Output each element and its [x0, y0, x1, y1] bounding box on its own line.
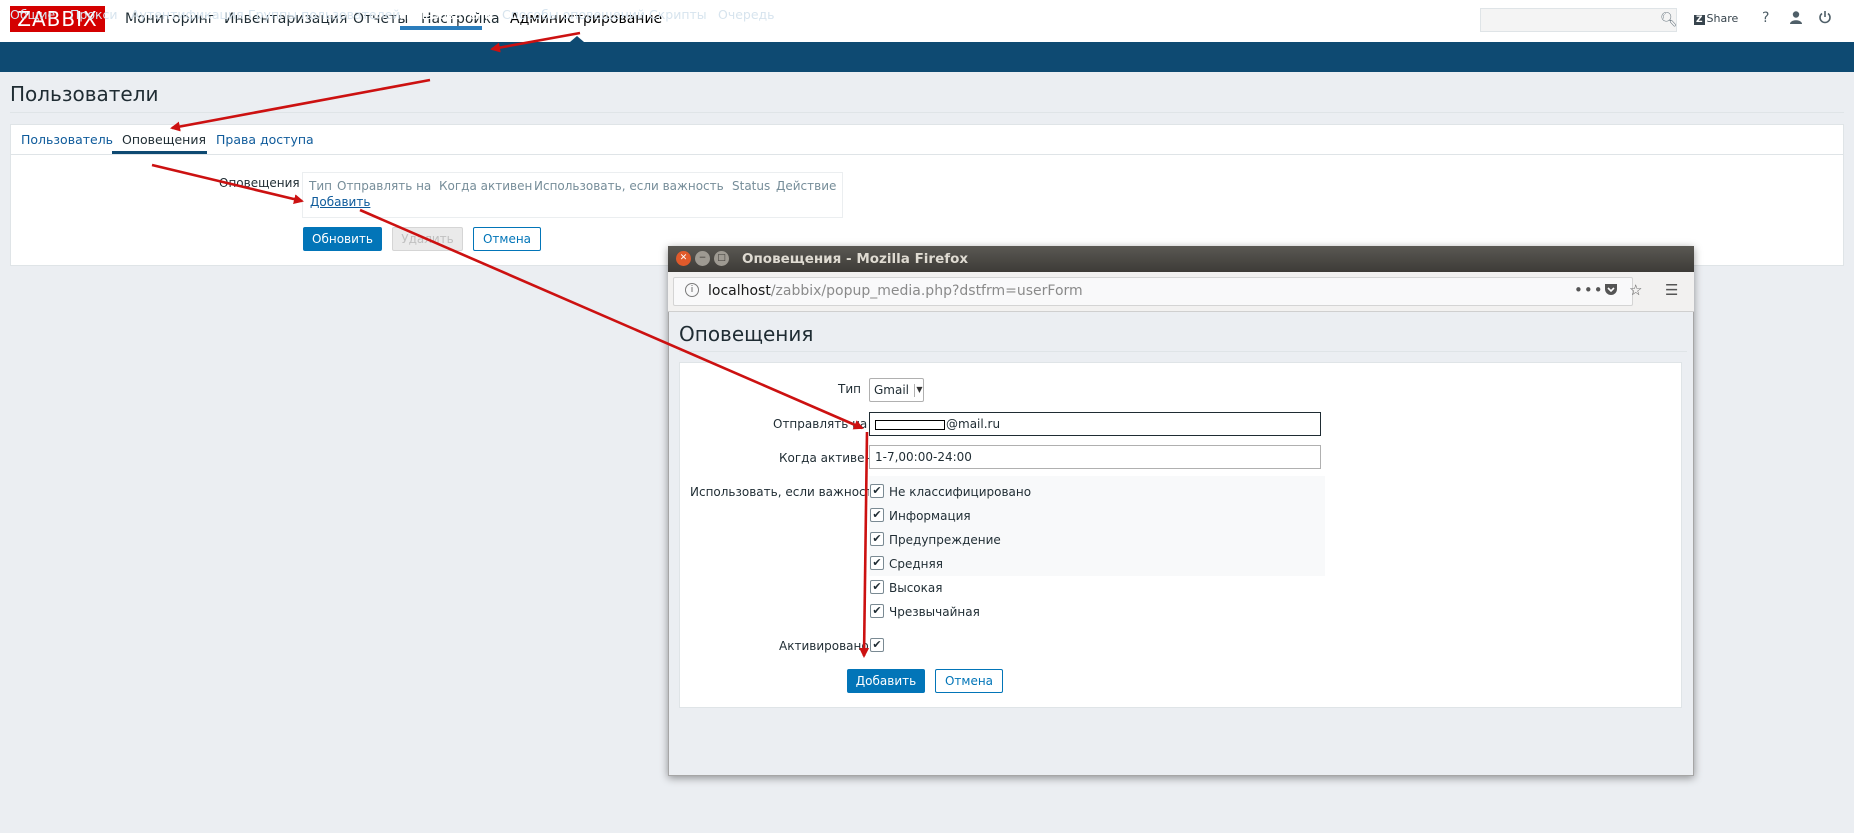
enabled-label: Активировано — [779, 639, 869, 653]
annotation-arrow — [170, 78, 431, 132]
column-header-severity: Использовать, если важность — [534, 179, 724, 193]
tab-media[interactable]: Оповещения — [122, 132, 206, 147]
page-title: Пользователи — [10, 82, 159, 106]
url-host: localhost — [708, 283, 771, 299]
column-header-action: Действие — [776, 179, 837, 193]
search-icon[interactable]: 🔍︎ — [1660, 12, 1678, 28]
cancel-button[interactable]: Отмена — [473, 227, 541, 251]
checkbox-enabled[interactable]: ✔ — [870, 638, 884, 652]
checkbox-label: Чрезвычайная — [889, 605, 980, 619]
subnav-media-types[interactable]: Способы оповещений — [502, 7, 645, 22]
subnav-active-underline — [400, 26, 482, 30]
type-label: Тип — [838, 382, 861, 396]
checkbox-label: Информация — [889, 509, 971, 523]
hamburger-menu-icon[interactable]: ☰ — [1665, 281, 1678, 299]
search-input[interactable] — [1480, 8, 1677, 32]
url-path: /zabbix/popup_media.php?dstfrm=userForm — [770, 283, 1083, 299]
popup-window-title: Оповещения - Mozilla Firefox — [742, 251, 969, 267]
maximize-icon[interactable]: □ — [714, 251, 729, 266]
divider — [679, 351, 1687, 352]
send-to-label: Отправлять на — [773, 417, 868, 431]
send-to-value: @mail.ru — [946, 417, 1001, 431]
subnav-queue[interactable]: Очередь — [718, 7, 775, 22]
when-active-label: Когда активен — [779, 451, 873, 465]
subnav-user-groups[interactable]: Группы пользователей — [248, 7, 400, 22]
chevron-down-icon: ▼ — [914, 384, 924, 397]
column-header-send-to: Отправлять на — [337, 179, 432, 193]
update-button[interactable]: Обновить — [303, 227, 382, 251]
tab-permissions[interactable]: Права доступа — [216, 132, 314, 147]
url-text[interactable]: localhost/zabbix/popup_media.php?dstfrm=… — [708, 283, 1083, 299]
subnav-general[interactable]: Общие — [10, 7, 55, 22]
popup-cancel-button[interactable]: Отмена — [935, 669, 1003, 693]
checkbox-information[interactable]: ✔ — [870, 508, 884, 522]
checkbox-label: Не классифицировано — [889, 485, 1032, 499]
minimize-icon[interactable]: − — [695, 251, 710, 266]
column-header-status: Status — [732, 179, 771, 193]
add-media-link[interactable]: Добавить — [310, 195, 370, 209]
severity-label: Использовать, если важность — [690, 485, 880, 499]
divider — [10, 112, 1844, 113]
column-header-when-active: Когда активен — [439, 179, 533, 193]
media-label: Оповещения — [219, 176, 300, 190]
help-icon[interactable]: ? — [1762, 10, 1769, 26]
subnav-scripts[interactable]: Скрипты — [649, 7, 707, 22]
delete-button: Удалить — [392, 227, 463, 251]
logout-icon[interactable] — [1818, 10, 1832, 28]
user-icon[interactable] — [1789, 10, 1803, 28]
info-icon[interactable]: i — [685, 283, 699, 297]
type-select-value: Gmail — [874, 383, 910, 397]
tab-user[interactable]: Пользователь — [21, 132, 113, 147]
when-active-input[interactable]: 1-7,00:00-24:00 — [869, 445, 1321, 469]
bookmark-star-icon[interactable]: ☆ — [1629, 281, 1642, 299]
checkbox-not-classified[interactable]: ✔ — [870, 484, 884, 498]
divider — [10, 154, 1844, 155]
more-actions-icon[interactable]: ••• — [1574, 281, 1604, 299]
pocket-icon[interactable] — [1603, 281, 1619, 301]
close-icon[interactable]: ✕ — [676, 251, 691, 266]
add-button[interactable]: Добавить — [847, 669, 925, 693]
sub-navigation — [0, 42, 1854, 72]
share-button[interactable]: Z Share — [1694, 12, 1738, 25]
share-icon: Z — [1694, 15, 1705, 25]
checkbox-label: Предупреждение — [889, 533, 1001, 547]
checkbox-label: Высокая — [889, 581, 943, 595]
redacted-box — [875, 419, 945, 430]
checkbox-warning[interactable]: ✔ — [870, 532, 884, 546]
checkbox-label: Средняя — [889, 557, 943, 571]
send-to-input[interactable]: @mail.ru — [869, 412, 1321, 436]
checkbox-high[interactable]: ✔ — [870, 580, 884, 594]
checkbox-average[interactable]: ✔ — [870, 556, 884, 570]
subnav-proxies[interactable]: Прокси — [70, 7, 118, 22]
popup-heading: Оповещения — [679, 322, 814, 346]
subnav-authentication[interactable]: Аутентификация — [131, 7, 244, 22]
column-header-type: Тип — [309, 179, 332, 193]
checkbox-disaster[interactable]: ✔ — [870, 604, 884, 618]
subnav-users[interactable]: Пользователи — [400, 7, 493, 22]
share-label: Share — [1706, 12, 1739, 25]
